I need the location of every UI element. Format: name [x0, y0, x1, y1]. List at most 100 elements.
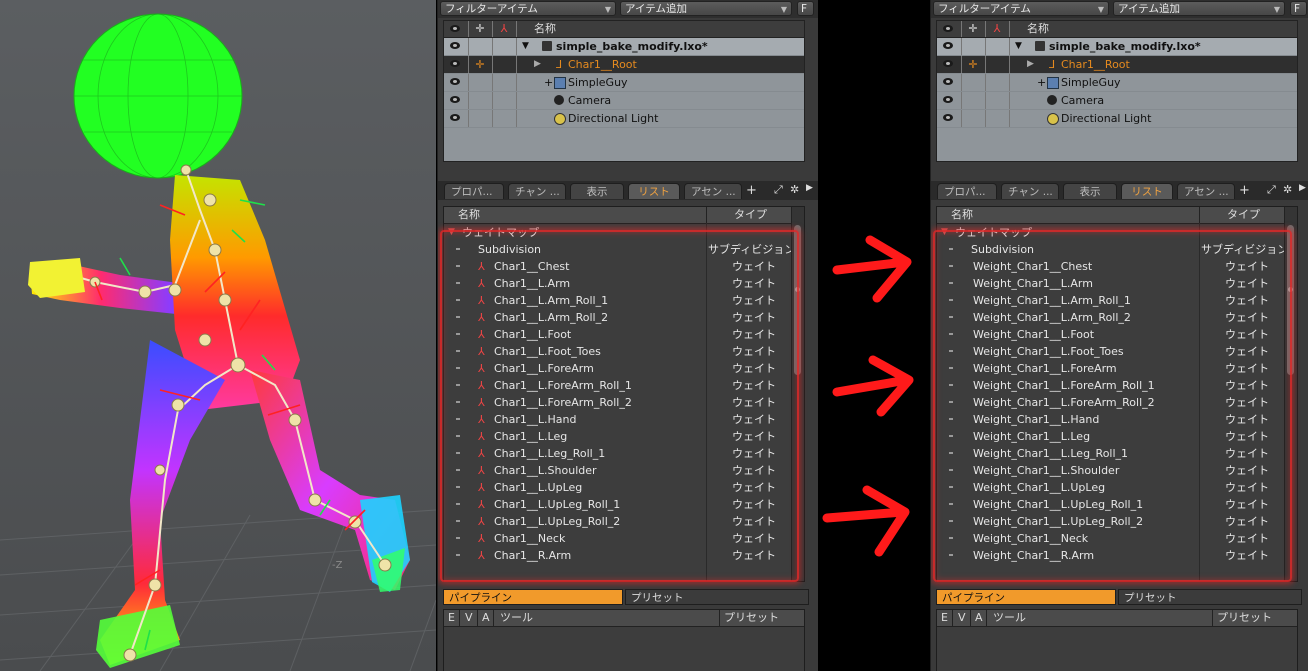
name-column-header[interactable]: 名称	[534, 21, 556, 37]
list-item-subdivision[interactable]: Subdivision サブディビジョン ...	[937, 241, 1297, 258]
col-tool[interactable]: ツール	[993, 610, 1026, 626]
scrollbar-thumb[interactable]	[1287, 225, 1294, 375]
tool-pipeline-table[interactable]: E V A ツール プリセット	[936, 609, 1298, 671]
list-item-weight[interactable]: Weight_Char1__L.Hand ウェイト	[937, 411, 1297, 428]
outliner-item-mesh[interactable]: + SimpleGuy	[937, 74, 1297, 92]
list-item-weight[interactable]: ⅄ Char1__Neck ウェイト	[444, 530, 804, 547]
outliner-item-root[interactable]: ✛ ▶ ⅃ Char1__Root	[444, 56, 804, 74]
tab-pipeline[interactable]: パイプライン	[443, 589, 623, 605]
expand-icon[interactable]: ⤢	[774, 183, 783, 197]
f-button[interactable]: F	[1290, 1, 1307, 16]
list-item-weight[interactable]: Weight_Char1__L.UpLeg_Roll_2 ウェイト	[937, 513, 1297, 530]
list-item-weight[interactable]: Weight_Char1__L.Arm ウェイト	[937, 275, 1297, 292]
filter-items-dropdown[interactable]: フィルターアイテム ▼	[440, 1, 616, 16]
collapse-triangle-icon[interactable]: ▼	[448, 227, 455, 237]
eye-icon[interactable]	[450, 96, 460, 103]
list-item-weight[interactable]: Weight_Char1__L.ForeArm_Roll_2 ウェイト	[937, 394, 1297, 411]
list-type-header[interactable]: タイプ	[734, 207, 767, 223]
list-item-weight[interactable]: Weight_Char1__L.UpLeg_Roll_1 ウェイト	[937, 496, 1297, 513]
visibility-column-header[interactable]	[444, 21, 469, 37]
tab-pipeline[interactable]: パイプライン	[936, 589, 1116, 605]
list-item-weight[interactable]: ⅄ Char1__Chest ウェイト	[444, 258, 804, 275]
col-enable[interactable]: E	[448, 610, 455, 626]
weight-map-group[interactable]: ▼ ウェイトマップ	[937, 224, 1297, 241]
add-item-dropdown[interactable]: アイテム追加 ▼	[620, 1, 792, 16]
add-tab-icon[interactable]: +	[746, 183, 757, 198]
visibility-column-header[interactable]	[937, 21, 962, 37]
type-column-header[interactable]: ⅄	[985, 21, 1010, 37]
expand-plus-icon[interactable]: +	[1037, 74, 1046, 91]
gear-icon[interactable]: ✲	[790, 183, 799, 196]
menu-arrow-icon[interactable]: ▶	[806, 183, 813, 193]
collapse-triangle-icon[interactable]: ▼	[941, 227, 948, 237]
list-item-weight[interactable]: ⅄ Char1__L.UpLeg_Roll_2 ウェイト	[444, 513, 804, 530]
list-item-weight[interactable]: Weight_Char1__L.Foot_Toes ウェイト	[937, 343, 1297, 360]
tab-preset[interactable]: プリセット	[625, 589, 809, 605]
f-button[interactable]: F	[797, 1, 814, 16]
eye-icon[interactable]	[943, 60, 953, 67]
vertex-map-list[interactable]: 名称 タイプ ▼ ウェイトマップ Subdivision サブディビジョン ..…	[936, 206, 1298, 582]
add-tab-icon[interactable]: +	[1239, 183, 1250, 198]
item-outliner[interactable]: ✛ ⅄ 名称 ▼ simple_bake_modify.lxo* ✛ ▶ ⅃ C…	[936, 20, 1298, 162]
list-item-weight[interactable]: Weight_Char1__L.Arm_Roll_2 ウェイト	[937, 309, 1297, 326]
list-item-weight[interactable]: Weight_Char1__L.UpLeg ウェイト	[937, 479, 1297, 496]
tab-channels[interactable]: チャン ...	[1001, 183, 1059, 199]
eye-icon[interactable]	[943, 78, 953, 85]
menu-arrow-icon[interactable]: ▶	[1299, 183, 1306, 193]
list-item-weight[interactable]: Weight_Char1__L.ForeArm_Roll_1 ウェイト	[937, 377, 1297, 394]
3d-viewport[interactable]: -Z	[0, 0, 436, 671]
tab-properties[interactable]: プロパ...	[937, 183, 997, 199]
list-item-weight[interactable]: ⅄ Char1__L.ForeArm_Roll_2 ウェイト	[444, 394, 804, 411]
list-item-weight[interactable]: ⅄ Char1__L.ForeArm ウェイト	[444, 360, 804, 377]
list-item-weight[interactable]: ⅄ Char1__L.UpLeg ウェイト	[444, 479, 804, 496]
outliner-item-light[interactable]: Directional Light	[444, 110, 804, 128]
tab-display[interactable]: 表示	[1063, 183, 1117, 199]
list-item-weight[interactable]: ⅄ Char1__L.Leg ウェイト	[444, 428, 804, 445]
list-item-weight[interactable]: ⅄ Char1__L.Foot ウェイト	[444, 326, 804, 343]
list-item-weight[interactable]: ⅄ Char1__L.Shoulder ウェイト	[444, 462, 804, 479]
expand-triangle-icon[interactable]: ▶	[1027, 56, 1034, 73]
list-item-weight[interactable]: ⅄ Char1__L.Arm ウェイト	[444, 275, 804, 292]
list-type-header[interactable]: タイプ	[1227, 207, 1260, 223]
eye-icon[interactable]	[450, 60, 460, 67]
expand-plus-icon[interactable]: +	[544, 74, 553, 91]
list-item-weight[interactable]: ⅄ Char1__L.UpLeg_Roll_1 ウェイト	[444, 496, 804, 513]
col-enable[interactable]: E	[941, 610, 948, 626]
list-item-weight[interactable]: Weight_Char1__R.Arm ウェイト	[937, 547, 1297, 564]
list-item-subdivision[interactable]: Subdivision サブディビジョン ...	[444, 241, 804, 258]
col-visible[interactable]: V	[465, 610, 473, 626]
weight-map-group[interactable]: ▼ ウェイトマップ	[444, 224, 804, 241]
expand-triangle-icon[interactable]: ▼	[1015, 38, 1022, 55]
outliner-item-light[interactable]: Directional Light	[937, 110, 1297, 128]
tab-assembly[interactable]: アセン ...	[684, 183, 742, 199]
list-item-weight[interactable]: Weight_Char1__Chest ウェイト	[937, 258, 1297, 275]
col-preset[interactable]: プリセット	[724, 610, 779, 626]
tab-channels[interactable]: チャン ...	[508, 183, 566, 199]
col-preset[interactable]: プリセット	[1217, 610, 1272, 626]
list-item-weight[interactable]: Weight_Char1__L.ForeArm ウェイト	[937, 360, 1297, 377]
type-column-header[interactable]: ⅄	[492, 21, 517, 37]
tab-assembly[interactable]: アセン ...	[1177, 183, 1235, 199]
eye-icon[interactable]	[450, 114, 460, 121]
list-item-weight[interactable]: ⅄ Char1__L.Leg_Roll_1 ウェイト	[444, 445, 804, 462]
tab-properties[interactable]: プロパ...	[444, 183, 504, 199]
outliner-item-mesh[interactable]: + SimpleGuy	[444, 74, 804, 92]
tool-pipeline-table[interactable]: E V A ツール プリセット	[443, 609, 805, 671]
col-visible[interactable]: V	[958, 610, 966, 626]
list-name-header[interactable]: 名称	[458, 207, 480, 223]
list-item-weight[interactable]: Weight_Char1__L.Arm_Roll_1 ウェイト	[937, 292, 1297, 309]
list-item-weight[interactable]: ⅄ Char1__L.Foot_Toes ウェイト	[444, 343, 804, 360]
list-name-header[interactable]: 名称	[951, 207, 973, 223]
col-tool[interactable]: ツール	[500, 610, 533, 626]
eye-icon[interactable]	[943, 96, 953, 103]
list-item-weight[interactable]: Weight_Char1__L.Foot ウェイト	[937, 326, 1297, 343]
eye-icon[interactable]	[943, 114, 953, 121]
outliner-item-camera[interactable]: Camera	[444, 92, 804, 110]
tab-list[interactable]: リスト	[1121, 183, 1173, 199]
tab-display[interactable]: 表示	[570, 183, 624, 199]
name-column-header[interactable]: 名称	[1027, 21, 1049, 37]
list-item-weight[interactable]: Weight_Char1__Neck ウェイト	[937, 530, 1297, 547]
expand-triangle-icon[interactable]: ▶	[534, 56, 541, 73]
list-item-weight[interactable]: ⅄ Char1__L.Hand ウェイト	[444, 411, 804, 428]
filter-items-dropdown[interactable]: フィルターアイテム ▼	[933, 1, 1109, 16]
